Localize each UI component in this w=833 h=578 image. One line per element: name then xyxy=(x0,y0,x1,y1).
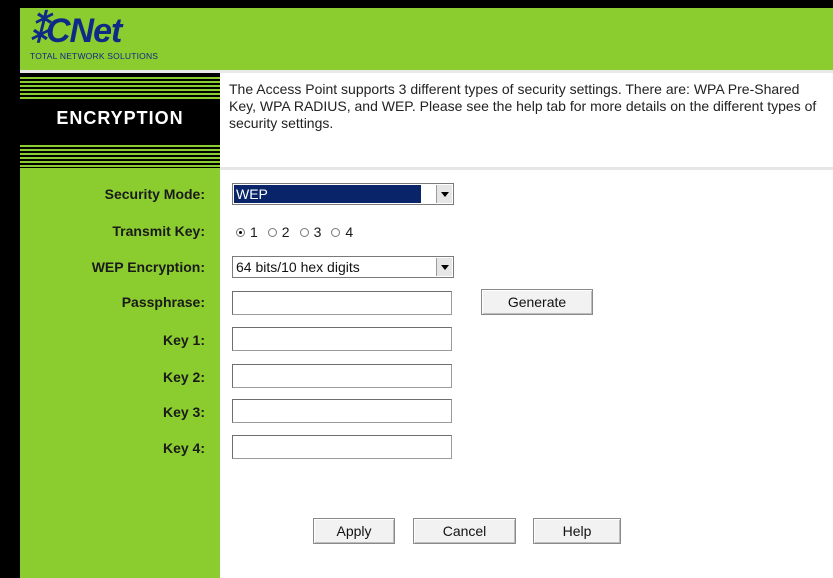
dropdown-arrow-icon[interactable] xyxy=(436,185,452,203)
section-title-box: ENCRYPTION xyxy=(20,73,220,168)
security-description: The Access Point supports 3 different ty… xyxy=(229,81,817,131)
key3-label: Key 3: xyxy=(162,404,205,420)
key2-input[interactable] xyxy=(232,364,452,388)
transmit-key-radio-group: 1 2 3 4 xyxy=(236,222,363,242)
radio-label: 2 xyxy=(281,224,290,240)
security-mode-value: WEP xyxy=(234,185,421,203)
key3-input[interactable] xyxy=(232,399,452,423)
key2-label: Key 2: xyxy=(162,369,205,385)
header-bar: ⁑CNet TOTAL NETWORK SOLUTIONS xyxy=(20,8,833,73)
radio-label: 3 xyxy=(313,224,322,240)
section-title: ENCRYPTION xyxy=(56,108,184,128)
apply-button[interactable]: Apply xyxy=(313,518,395,544)
key4-label: Key 4: xyxy=(162,440,205,456)
radio-icon[interactable] xyxy=(299,227,309,237)
dropdown-arrow-icon[interactable] xyxy=(436,258,452,276)
transmit-key-option-3[interactable]: 3 xyxy=(299,224,322,240)
help-button[interactable]: Help xyxy=(533,518,621,544)
transmit-key-option-2[interactable]: 2 xyxy=(267,224,290,240)
decorative-stripes xyxy=(20,143,220,167)
left-sidebar: ENCRYPTION xyxy=(20,73,220,578)
radio-label: 1 xyxy=(250,224,258,240)
wep-encryption-value: 64 bits/10 hex digits xyxy=(236,259,360,275)
cancel-button[interactable]: Cancel xyxy=(413,518,516,544)
cnet-logo: ⁑CNet TOTAL NETWORK SOLUTIONS xyxy=(30,14,190,66)
radio-icon[interactable] xyxy=(267,227,277,237)
main-content: The Access Point supports 3 different ty… xyxy=(220,73,833,578)
security-mode-label: Security Mode: xyxy=(104,186,205,202)
transmit-key-option-1[interactable]: 1 xyxy=(236,224,258,240)
radio-label: 4 xyxy=(345,224,354,240)
app-window: ⁑CNet TOTAL NETWORK SOLUTIONS ENCRYPTION… xyxy=(0,0,833,578)
divider xyxy=(220,167,833,170)
radio-icon[interactable] xyxy=(331,227,341,237)
wep-encryption-label: WEP Encryption: xyxy=(91,259,205,275)
key4-input[interactable] xyxy=(232,435,452,459)
logo-tagline: TOTAL NETWORK SOLUTIONS xyxy=(30,51,159,61)
key1-input[interactable] xyxy=(232,327,452,351)
logo-mark-icon: ⁑ xyxy=(30,12,47,50)
radio-checked-icon[interactable] xyxy=(236,227,245,237)
passphrase-label: Passphrase: xyxy=(121,294,205,310)
security-mode-select[interactable]: WEP xyxy=(232,183,454,205)
decorative-stripes xyxy=(20,75,220,99)
wep-encryption-select[interactable]: 64 bits/10 hex digits xyxy=(232,256,454,278)
transmit-key-label: Transmit Key: xyxy=(112,223,205,239)
generate-button[interactable]: Generate xyxy=(481,289,593,315)
logo-text: CNet xyxy=(46,12,122,50)
key1-label: Key 1: xyxy=(162,332,205,348)
passphrase-input[interactable] xyxy=(232,291,452,315)
transmit-key-option-4[interactable]: 4 xyxy=(331,224,353,240)
